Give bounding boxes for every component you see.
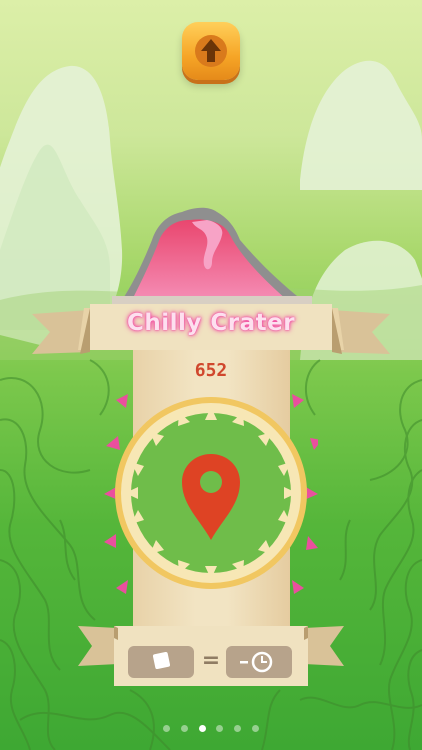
clock-minus-icon	[240, 651, 273, 673]
level-score: 652	[194, 360, 228, 381]
page-dot[interactable]	[251, 725, 259, 732]
up-arrow-icon	[195, 35, 227, 67]
cube-icon	[152, 651, 171, 670]
cost-box-cube	[128, 646, 194, 678]
page-dot[interactable]	[180, 725, 188, 732]
level-title: Chilly Crater	[126, 310, 296, 336]
equals-sign: =	[201, 648, 221, 673]
level-dial[interactable]	[104, 390, 318, 604]
page-dot[interactable]	[234, 725, 242, 732]
level-up-button[interactable]	[182, 22, 240, 80]
page-dot[interactable]	[163, 725, 170, 732]
page-dot[interactable]	[216, 725, 224, 732]
page-indicator[interactable]	[163, 725, 259, 735]
cost-box-time	[226, 646, 292, 678]
game-screen: Chilly Crater 652 =	[0, 0, 422, 750]
page-dot-active[interactable]	[198, 725, 206, 732]
